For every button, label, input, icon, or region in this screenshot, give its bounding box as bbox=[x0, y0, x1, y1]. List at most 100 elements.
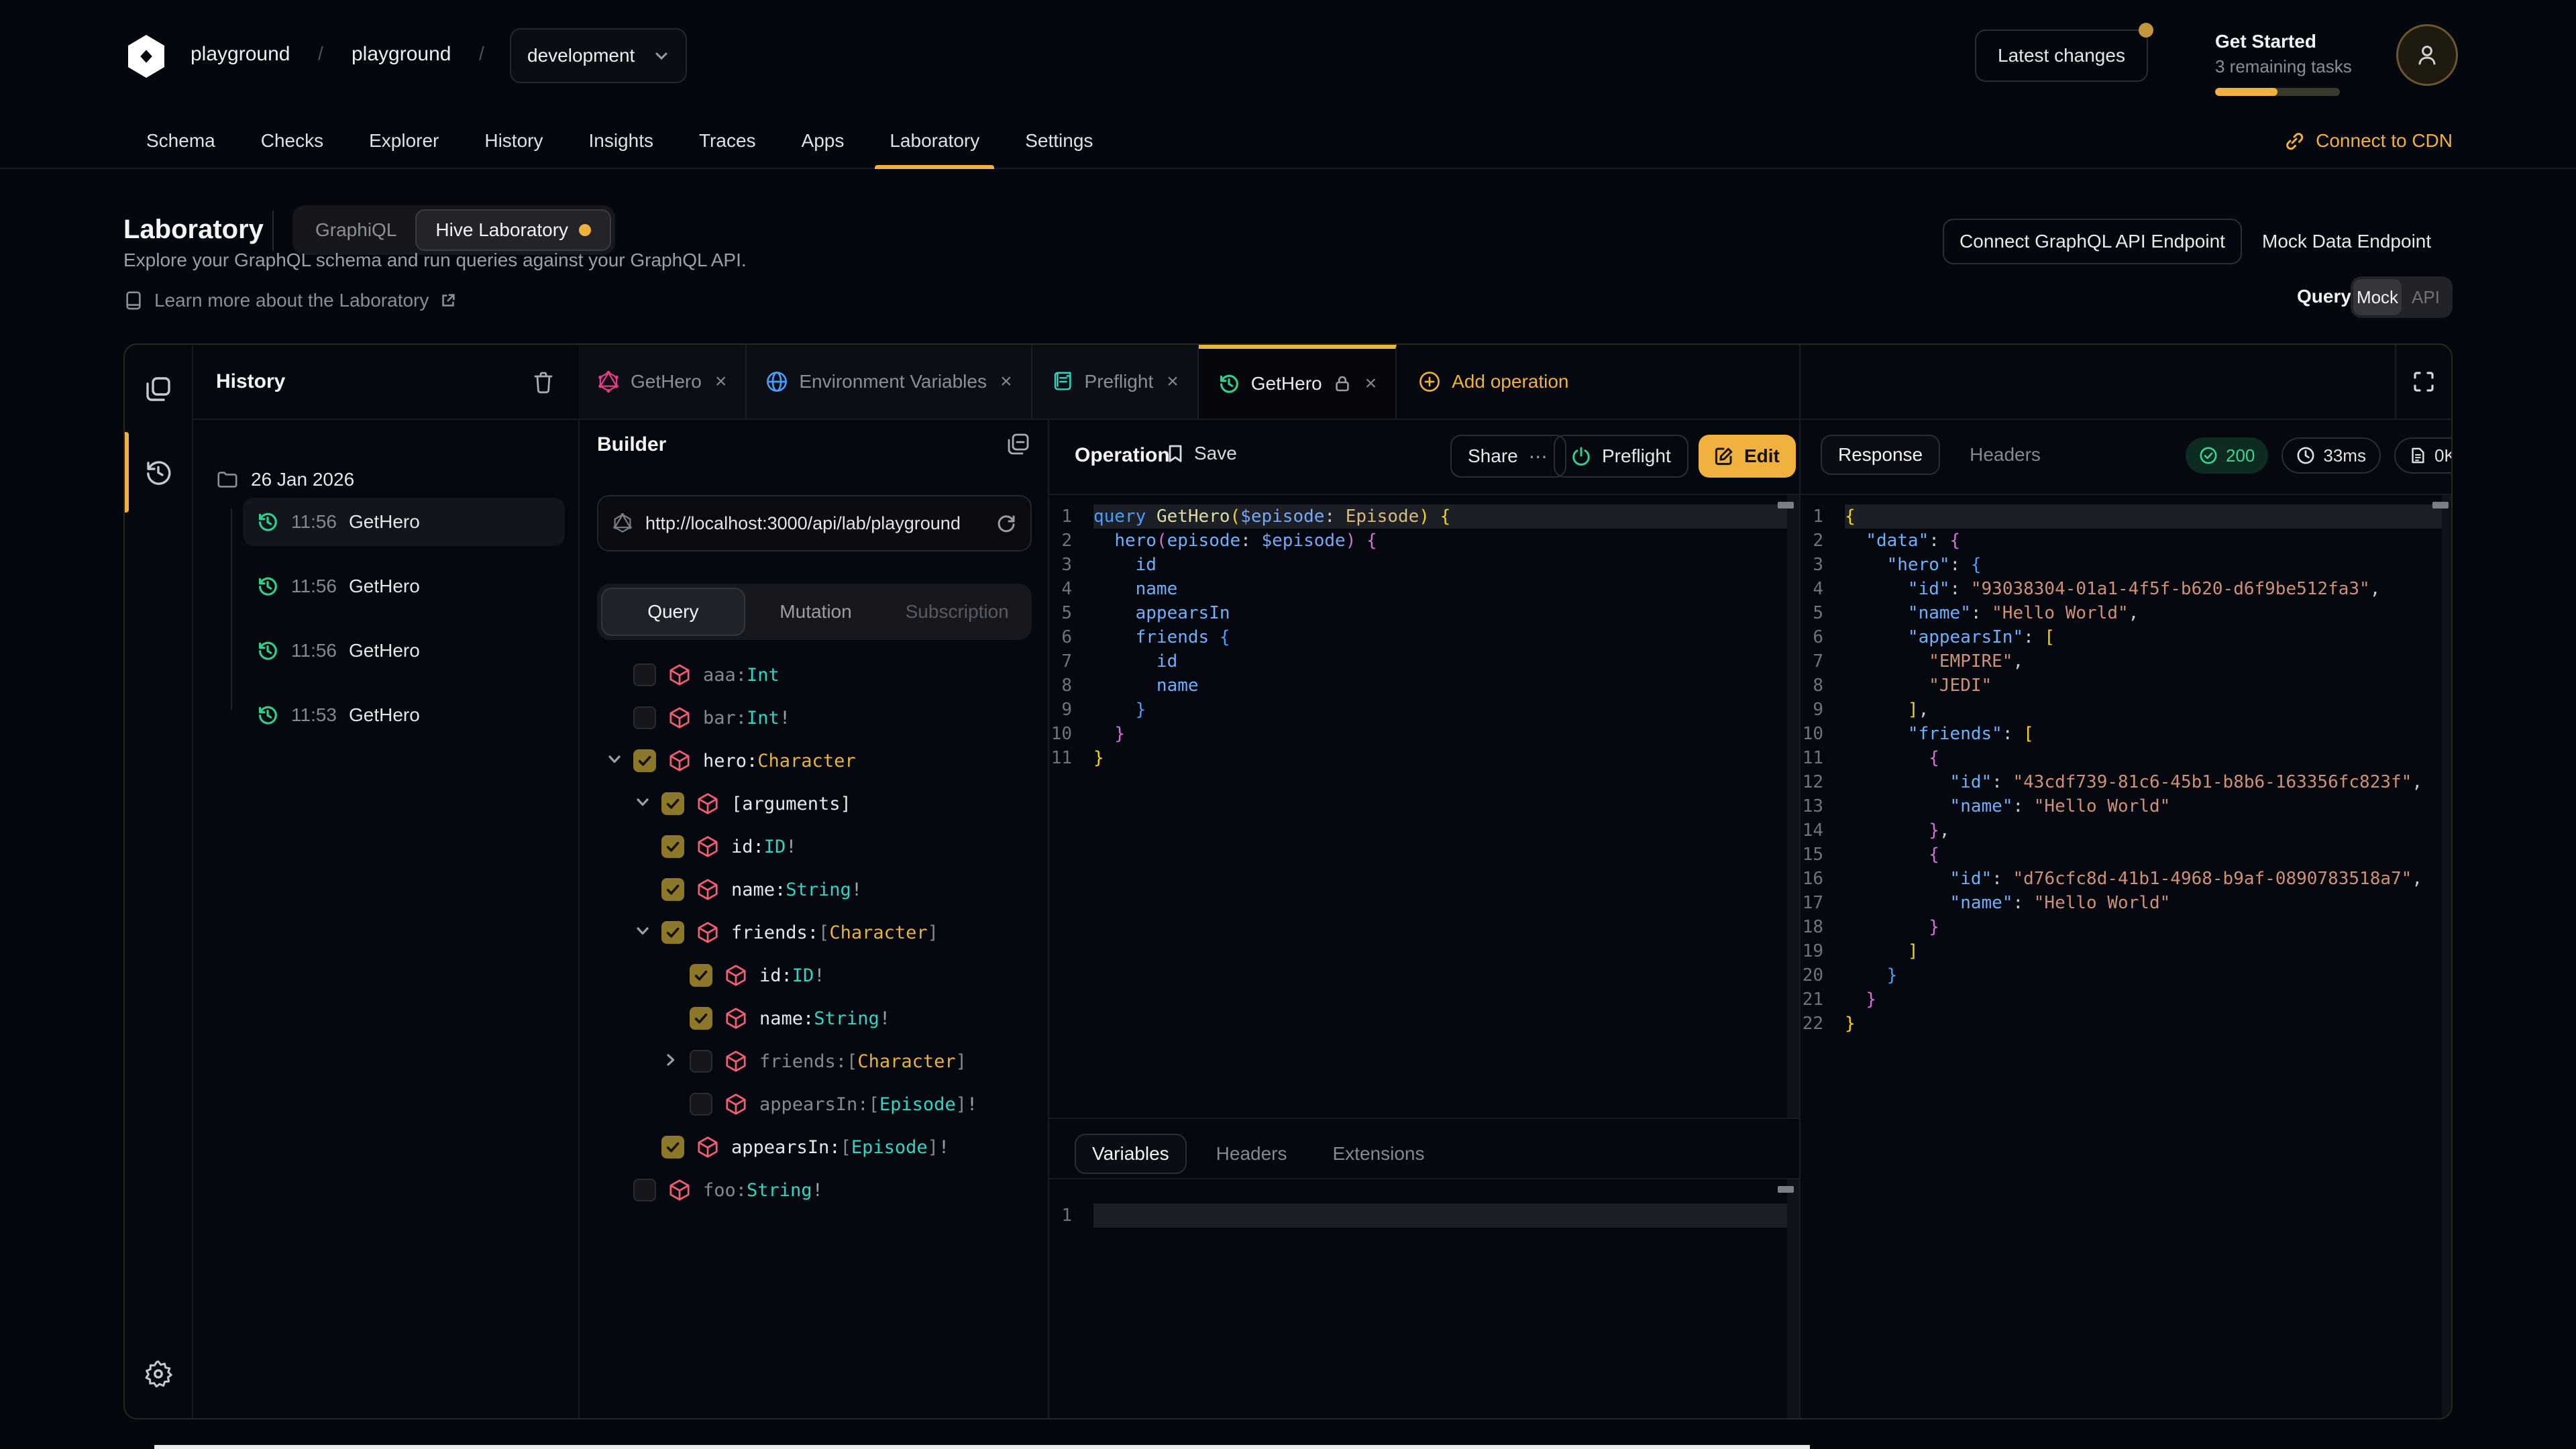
minimap-track[interactable] bbox=[2442, 495, 2453, 1419]
history-icon[interactable] bbox=[142, 456, 174, 488]
get-started-progress-fill bbox=[2215, 88, 2277, 96]
minimap-track[interactable] bbox=[1787, 1179, 1799, 1419]
target-select[interactable]: development bbox=[510, 28, 687, 83]
chevron-down-icon[interactable] bbox=[605, 750, 627, 771]
preflight-button[interactable]: Preflight bbox=[1554, 435, 1688, 478]
chevron-right-icon[interactable] bbox=[661, 1051, 683, 1072]
query-mode-api[interactable]: API bbox=[2402, 279, 2450, 315]
close-icon[interactable]: × bbox=[715, 370, 727, 393]
field-checkbox[interactable] bbox=[633, 663, 656, 686]
workspace-tab-environment-variables[interactable]: Environment Variables× bbox=[747, 345, 1032, 419]
hive-logo-icon[interactable] bbox=[123, 34, 169, 79]
share-label: Share bbox=[1468, 445, 1518, 467]
history-item[interactable]: 11:56GetHero bbox=[243, 627, 565, 675]
endpoint-url-input[interactable]: http://localhost:3000/api/lab/playground bbox=[597, 495, 1032, 551]
lab-mode-option-hive-laboratory[interactable]: Hive Laboratory bbox=[415, 209, 611, 251]
nav-tab-checks[interactable]: Checks bbox=[238, 113, 346, 169]
tree-row-bar[interactable]: bar: Int! bbox=[578, 696, 1048, 739]
nav-tab-history[interactable]: History bbox=[462, 113, 566, 169]
history-item[interactable]: 11:56GetHero bbox=[243, 498, 565, 546]
nav-tab-traces[interactable]: Traces bbox=[676, 113, 779, 169]
field-checkbox[interactable] bbox=[661, 921, 684, 944]
breadcrumb-project[interactable]: playground bbox=[352, 43, 451, 66]
io-tab-extensions[interactable]: Extensions bbox=[1317, 1135, 1441, 1173]
workspace-tab-gethero[interactable]: GetHero× bbox=[578, 345, 747, 419]
io-tab-headers[interactable]: Headers bbox=[1200, 1135, 1303, 1173]
close-icon[interactable]: × bbox=[1167, 370, 1179, 393]
operation-editor[interactable]: 1query GetHero($episode: Episode) {2 her… bbox=[1048, 504, 1799, 770]
share-button[interactable]: Share ⋯ bbox=[1450, 435, 1566, 478]
fullscreen-button[interactable] bbox=[2395, 345, 2451, 419]
connect-graphql-endpoint-button[interactable]: Connect GraphQL API Endpoint bbox=[1943, 219, 2242, 264]
get-started-widget[interactable]: Get Started 3 remaining tasks bbox=[2215, 31, 2343, 96]
lab-mode-option-graphiql[interactable]: GraphiQL bbox=[297, 209, 415, 251]
field-checkbox[interactable] bbox=[633, 706, 656, 729]
latest-changes-button[interactable]: Latest changes bbox=[1975, 30, 2148, 82]
type-cube-icon bbox=[668, 1179, 691, 1201]
field-checkbox[interactable] bbox=[633, 1179, 656, 1201]
user-avatar[interactable] bbox=[2396, 24, 2458, 86]
save-button[interactable]: Save bbox=[1166, 443, 1237, 464]
close-icon[interactable]: × bbox=[1365, 372, 1377, 395]
nav-tab-explorer[interactable]: Explorer bbox=[346, 113, 462, 169]
tree-row-hero[interactable]: hero: Character bbox=[578, 739, 1048, 782]
divider bbox=[272, 211, 274, 251]
connect-to-cdn-link[interactable]: Connect to CDN bbox=[2284, 113, 2453, 169]
operation-type-subscription[interactable]: Subscription bbox=[886, 588, 1028, 636]
collapse-panel-icon[interactable] bbox=[1005, 431, 1032, 458]
tree-row-id[interactable]: id: ID! bbox=[578, 954, 1048, 997]
operation-type-query[interactable]: Query bbox=[601, 588, 745, 636]
bottom-scrollbar[interactable] bbox=[154, 1445, 1810, 1449]
trash-icon[interactable] bbox=[530, 369, 557, 396]
more-options-icon[interactable]: ⋯ bbox=[1529, 445, 1549, 468]
field-checkbox[interactable] bbox=[690, 1050, 712, 1073]
field-checkbox[interactable] bbox=[633, 749, 656, 772]
field-checkbox[interactable] bbox=[661, 878, 684, 901]
tree-row-friends[interactable]: friends: [Character] bbox=[578, 1040, 1048, 1083]
tree-row-appearsIn[interactable]: appearsIn: [Episode]! bbox=[578, 1083, 1048, 1126]
workspace-tab-preflight[interactable]: Preflight× bbox=[1032, 345, 1199, 419]
learn-more-link[interactable]: Learn more about the Laboratory bbox=[123, 290, 457, 311]
operation-type-mutation[interactable]: Mutation bbox=[745, 588, 887, 636]
add-operation-button[interactable]: Add operation bbox=[1397, 345, 1590, 419]
mock-data-endpoint-button[interactable]: Mock Data Endpoint bbox=[2262, 219, 2431, 264]
nav-tab-insights[interactable]: Insights bbox=[566, 113, 676, 169]
tree-row-friends[interactable]: friends: [Character] bbox=[578, 911, 1048, 954]
nav-tab-apps[interactable]: Apps bbox=[779, 113, 867, 169]
tree-row-aaa[interactable]: aaa: Int bbox=[578, 653, 1048, 696]
variables-editor[interactable]: 1 bbox=[1048, 1203, 1799, 1228]
gear-icon[interactable] bbox=[142, 1358, 174, 1390]
breadcrumb-org[interactable]: playground bbox=[191, 43, 290, 66]
field-checkbox[interactable] bbox=[661, 1136, 684, 1159]
edit-button[interactable]: Edit bbox=[1699, 435, 1796, 478]
get-started-progress bbox=[2215, 88, 2340, 96]
tree-row-arguments[interactable]: [arguments] bbox=[578, 782, 1048, 825]
tree-row-foo[interactable]: foo: String! bbox=[578, 1169, 1048, 1212]
field-checkbox[interactable] bbox=[690, 1093, 712, 1116]
collections-icon[interactable] bbox=[142, 373, 174, 405]
tree-row-appearsIn[interactable]: appearsIn: [Episode]! bbox=[578, 1126, 1048, 1169]
nav-tab-schema[interactable]: Schema bbox=[123, 113, 238, 169]
io-tab-variables[interactable]: Variables bbox=[1075, 1134, 1187, 1174]
minimap-track[interactable] bbox=[1787, 495, 1799, 1118]
field-checkbox[interactable] bbox=[690, 964, 712, 987]
nav-tab-laboratory[interactable]: Laboratory bbox=[867, 113, 1002, 169]
response-tab-headers[interactable]: Headers bbox=[1953, 436, 2057, 474]
response-tab-response[interactable]: Response bbox=[1821, 435, 1940, 475]
field-checkbox[interactable] bbox=[661, 792, 684, 815]
tree-row-name[interactable]: name: String! bbox=[578, 868, 1048, 911]
response-viewer[interactable]: 1{2 "data": {3 "hero": {4 "id": "9303830… bbox=[1799, 504, 2453, 1036]
history-item[interactable]: 11:56GetHero bbox=[243, 562, 565, 610]
tree-row-id[interactable]: id: ID! bbox=[578, 825, 1048, 868]
close-icon[interactable]: × bbox=[1000, 370, 1012, 393]
history-date-group[interactable]: 26 Jan 2026 bbox=[216, 468, 354, 491]
chevron-down-icon[interactable] bbox=[633, 922, 655, 943]
chevron-down-icon[interactable] bbox=[633, 793, 655, 814]
workspace-tab-gethero[interactable]: GetHero× bbox=[1199, 345, 1397, 419]
tree-row-name[interactable]: name: String! bbox=[578, 997, 1048, 1040]
field-checkbox[interactable] bbox=[661, 835, 684, 858]
query-mode-mock[interactable]: Mock bbox=[2353, 279, 2402, 315]
history-item[interactable]: 11:53GetHero bbox=[243, 691, 565, 739]
field-checkbox[interactable] bbox=[690, 1007, 712, 1030]
nav-tab-settings[interactable]: Settings bbox=[1002, 113, 1116, 169]
